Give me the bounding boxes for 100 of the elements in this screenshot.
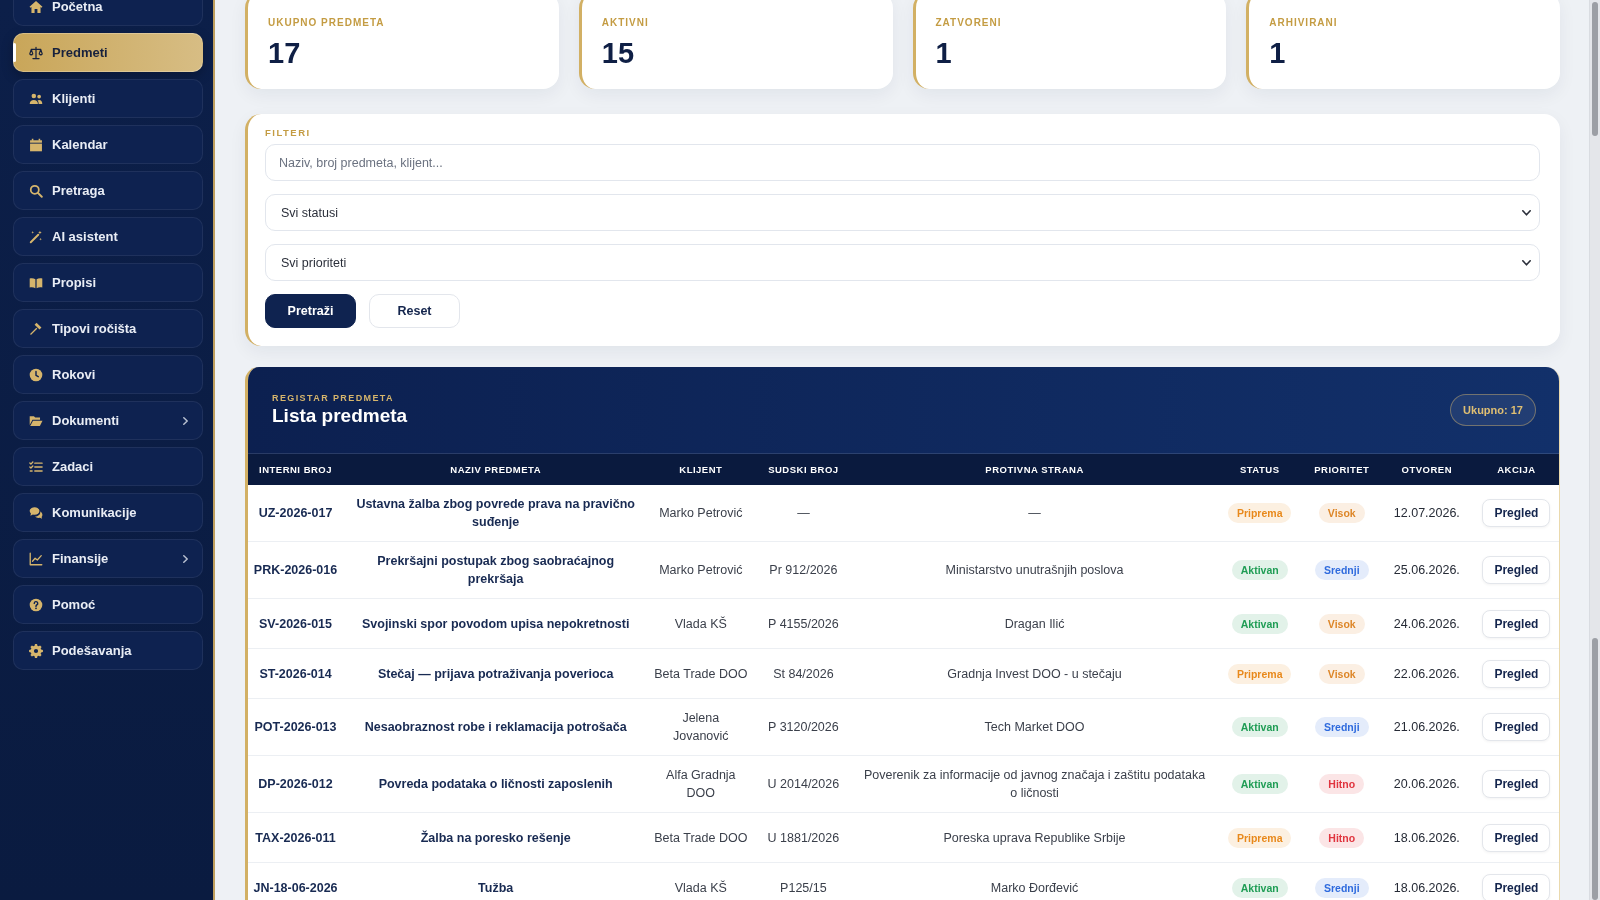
table-cell: JN-18-06-2026 — [248, 862, 344, 900]
table-cell: Beta Trade DOO — [648, 812, 754, 863]
table-cell: UZ-2026-017 — [248, 485, 344, 542]
chevron-right-icon — [183, 554, 188, 563]
folder-icon — [29, 413, 43, 428]
reset-button[interactable]: Reset — [369, 294, 460, 328]
view-button[interactable]: Pregled — [1482, 873, 1551, 900]
line-chart-icon — [29, 551, 43, 566]
search-button[interactable]: Pretraži — [265, 294, 356, 328]
sidebar-item[interactable]: Komunikacije — [13, 493, 203, 532]
sidebar-item[interactable]: Propisi — [13, 263, 203, 302]
view-button[interactable]: Pregled — [1482, 499, 1551, 527]
column-header: SUDSKI BROJ — [753, 454, 854, 485]
sidebar-item[interactable]: Početna — [13, 0, 203, 26]
table-cell: 18.06.2026. — [1379, 862, 1474, 900]
section-eyebrow: REGISTAR PREDMETA — [272, 392, 394, 404]
checklist-icon — [29, 459, 43, 474]
table-cell: — — [853, 485, 1216, 542]
table-cell: Jelena Jovanović — [648, 698, 754, 756]
table-cell: Marko Petrović — [648, 541, 754, 599]
scrollbar-track[interactable] — [1589, 0, 1600, 900]
table-cell: P 4155/2026 — [753, 598, 854, 649]
table-cell: Ministarstvo unutrašnjih poslova — [853, 541, 1216, 599]
table-cell: Gradnja Invest DOO - u stečaju — [853, 648, 1216, 699]
home-icon — [29, 0, 43, 14]
table-cell: Dragan Ilić — [853, 598, 1216, 649]
view-button[interactable]: Pregled — [1482, 556, 1551, 584]
priority-badge: Srednji — [1314, 717, 1369, 737]
status-badge: Aktivan — [1231, 613, 1288, 634]
table-cell: 25.06.2026. — [1379, 541, 1474, 599]
chevron-right-icon — [183, 416, 188, 425]
table-cell: Povreda podataka o ličnosti zaposlenih — [343, 755, 649, 813]
column-header: KLIJENT — [648, 454, 754, 485]
users-icon — [29, 91, 43, 106]
table-cell: SV-2026-015 — [248, 598, 344, 649]
sidebar-item[interactable]: AI asistent — [13, 217, 203, 256]
column-header: AKCIJA — [1473, 454, 1559, 485]
chevron-down-icon — [1522, 209, 1531, 216]
sidebar-item[interactable]: Tipovi ročišta — [13, 309, 203, 348]
table-cell: 24.06.2026. — [1379, 598, 1474, 649]
sidebar-item[interactable]: Zadaci — [13, 447, 203, 486]
priority-badge: Visok — [1318, 503, 1365, 523]
table-cell: 20.06.2026. — [1379, 755, 1474, 813]
search-field[interactable]: Naziv, broj predmeta, klijent... — [265, 144, 1540, 181]
table-cell: Vlada KŠ — [648, 862, 754, 900]
table-cell: Stečaj — prijava potraživanja poverioca — [343, 648, 649, 699]
table-cell: Pr 912/2026 — [753, 541, 854, 599]
table-cell: Marko Đorđević — [853, 862, 1216, 900]
column-header: PRIORITET — [1303, 454, 1380, 485]
table-cell: Svojinski spor povodom upisa nepokretnosti — [343, 598, 649, 649]
dropdown-field[interactable]: Svi prioriteti — [265, 244, 1540, 281]
balance-scale-icon — [29, 45, 43, 60]
sidebar-item[interactable]: Pomoć — [13, 585, 203, 624]
status-badge: Priprema — [1227, 827, 1292, 848]
view-button[interactable]: Pregled — [1482, 770, 1551, 798]
sidebar-item[interactable]: Predmeti — [13, 33, 203, 72]
priority-badge: Hitno — [1319, 774, 1365, 794]
table-cell: Alfa Gradnja DOO — [648, 755, 754, 813]
view-button[interactable]: Pregled — [1482, 659, 1551, 688]
view-button[interactable]: Pregled — [1482, 823, 1551, 852]
table-cell: TAX-2026-011 — [248, 812, 344, 863]
table-cell: 12.07.2026. — [1379, 485, 1474, 542]
sidebar-item[interactable]: Finansije — [13, 539, 203, 578]
sidebar-item[interactable]: Rokovi — [13, 355, 203, 394]
gavel-icon — [29, 321, 43, 336]
table-cell: — — [753, 485, 854, 542]
table-cell: Beta Trade DOO — [648, 648, 754, 699]
table-cell: 22.06.2026. — [1379, 648, 1474, 699]
stat-label: ZATVORENI — [935, 16, 1002, 30]
dropdown-field[interactable]: Svi statusi — [265, 194, 1540, 231]
status-badge: Aktivan — [1231, 774, 1288, 794]
table-cell: DP-2026-012 — [248, 755, 344, 813]
priority-badge: Visok — [1318, 663, 1365, 684]
table-cell: St 84/2026 — [753, 648, 854, 699]
table-cell: P125/15 — [753, 862, 854, 900]
table-cell: Nesaobraznost robe i reklamacija potrošača — [343, 698, 649, 756]
sidebar-item[interactable]: Klijenti — [13, 79, 203, 118]
help-icon — [29, 597, 43, 612]
priority-badge: Visok — [1318, 613, 1365, 634]
table-cell: Marko Petrović — [648, 485, 754, 542]
scrollbar-thumb[interactable] — [1592, 2, 1598, 136]
sidebar-item[interactable]: Podešavanja — [13, 631, 203, 670]
view-button[interactable]: Pregled — [1482, 713, 1551, 741]
open-book-icon — [29, 275, 43, 290]
table-cell: ST-2026-014 — [248, 648, 344, 699]
table-cell: Tužba — [343, 862, 649, 900]
sidebar-item[interactable]: Dokumenti — [13, 401, 203, 440]
sidebar-item[interactable]: Pretraga — [13, 171, 203, 210]
stat-value: 1 — [935, 36, 952, 70]
calendar-icon — [29, 137, 43, 152]
priority-badge: Srednji — [1314, 877, 1369, 898]
status-badge: Aktivan — [1231, 717, 1288, 737]
table-cell: Poreska uprava Republike Srbije — [853, 812, 1216, 863]
search-icon — [29, 183, 43, 198]
table-cell: PRK-2026-016 — [248, 541, 344, 599]
sidebar-item[interactable]: Kalendar — [13, 125, 203, 164]
table-title: Lista predmeta — [272, 404, 408, 428]
scrollbar-thumb[interactable] — [1592, 638, 1598, 900]
column-header: NAZIV PREDMETA — [343, 454, 649, 485]
view-button[interactable]: Pregled — [1482, 609, 1551, 638]
